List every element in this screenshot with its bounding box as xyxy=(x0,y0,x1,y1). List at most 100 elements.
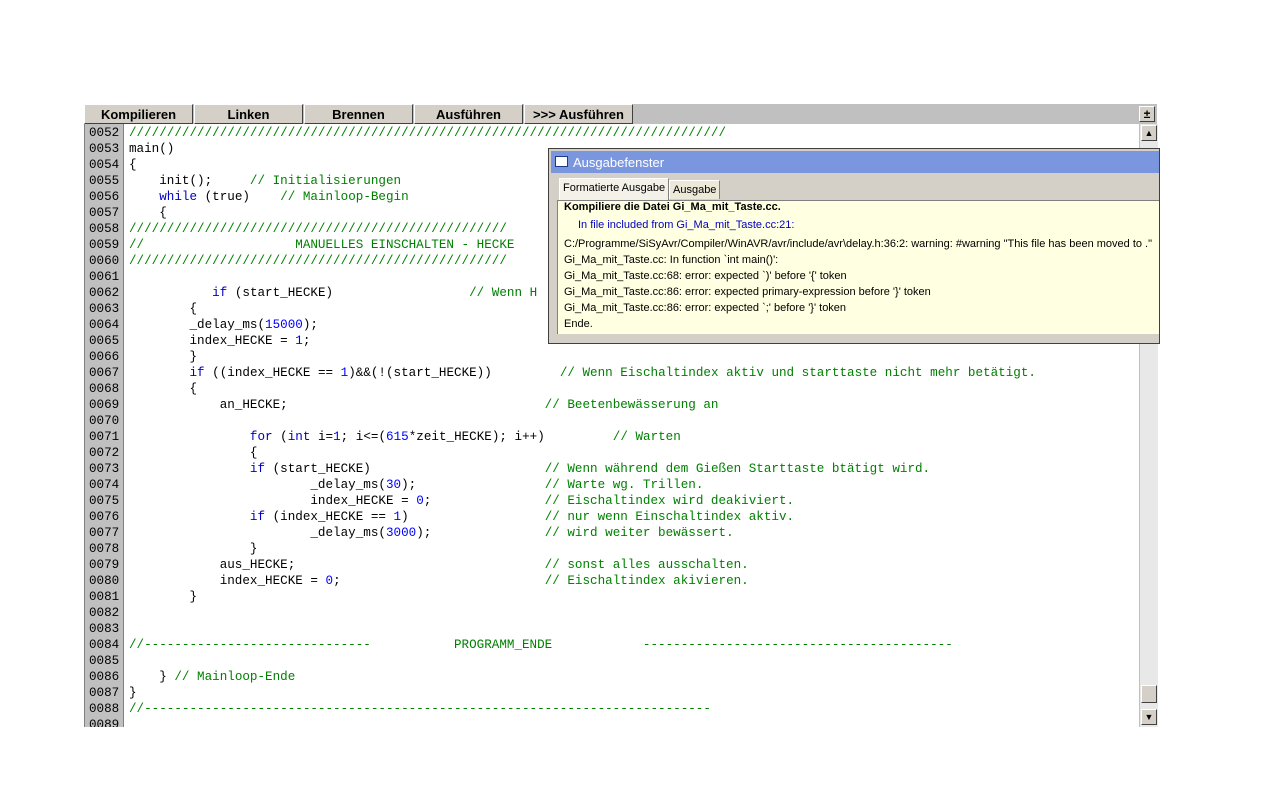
code-line[interactable]: 0079 aus_HECKE; // sonst alles ausschalt… xyxy=(85,557,1140,573)
code-line[interactable]: 0066 } xyxy=(85,349,1140,365)
link-button[interactable]: Linken xyxy=(194,104,303,124)
code-line[interactable]: 0052 ////////////////////////////////////… xyxy=(85,125,1140,141)
line-code: //------------------------------ PROGRAM… xyxy=(129,638,953,652)
code-line[interactable]: 0085 xyxy=(85,653,1140,669)
line-number: 0056 xyxy=(89,190,120,204)
line-code: aus_HECKE; // sonst alles ausschalten. xyxy=(129,558,749,572)
line-number: 0073 xyxy=(89,462,120,476)
line-number: 0071 xyxy=(89,430,120,444)
line-number: 0067 xyxy=(89,366,120,380)
output-line: In file included from Gi_Ma_mit_Taste.cc… xyxy=(578,219,795,231)
line-number: 0089 xyxy=(89,718,120,727)
code-line[interactable]: 0071 for (int i=1; i<=(615*zeit_HECKE); … xyxy=(85,429,1140,445)
output-window-title: Ausgabefenster xyxy=(573,155,665,170)
output-window-titlebar[interactable]: Ausgabefenster xyxy=(551,151,1159,173)
code-line[interactable]: 0086 } // Mainloop-Ende xyxy=(85,669,1140,685)
compile-button[interactable]: Kompilieren xyxy=(84,104,193,124)
line-number: 0061 xyxy=(89,270,120,284)
line-number: 0054 xyxy=(89,158,120,172)
line-code: { xyxy=(129,302,198,316)
line-number: 0066 xyxy=(89,350,120,364)
line-code: { xyxy=(129,206,167,220)
code-line[interactable]: 0082 xyxy=(85,605,1140,621)
line-number: 0079 xyxy=(89,558,120,572)
output-line: Gi_Ma_mit_Taste.cc:68: error: expected `… xyxy=(564,270,847,282)
line-number: 0068 xyxy=(89,382,120,396)
code-line[interactable]: 0076 if (index_HECKE == 1) // nur wenn E… xyxy=(85,509,1140,525)
line-code: ////////////////////////////////////////… xyxy=(129,126,727,140)
line-number: 0086 xyxy=(89,670,120,684)
line-code: ////////////////////////////////////////… xyxy=(129,222,507,236)
code-line[interactable]: 0088 //----------------------------------… xyxy=(85,701,1140,717)
code-line[interactable]: 0068 { xyxy=(85,381,1140,397)
code-line[interactable]: 0078 } xyxy=(85,541,1140,557)
line-code: _delay_ms(3000); // wird weiter bewässer… xyxy=(129,526,734,540)
output-line: Gi_Ma_mit_Taste.cc: In function `int mai… xyxy=(564,254,779,266)
toggle-icon[interactable]: ± xyxy=(1139,106,1155,122)
burn-button[interactable]: Brennen xyxy=(304,104,413,124)
code-line[interactable]: 0083 xyxy=(85,621,1140,637)
line-number: 0070 xyxy=(89,414,120,428)
toolbar: Kompilieren Linken Brennen Ausführen >>>… xyxy=(84,104,1157,124)
output-line: Ende. xyxy=(564,318,593,330)
line-code: index_HECKE = 1; xyxy=(129,334,311,348)
code-line[interactable]: 0070 xyxy=(85,413,1140,429)
code-line[interactable]: 0075 index_HECKE = 0; // Eischaltindex w… xyxy=(85,493,1140,509)
code-line[interactable]: 0072 { xyxy=(85,445,1140,461)
line-number: 0060 xyxy=(89,254,120,268)
line-number: 0085 xyxy=(89,654,120,668)
line-number: 0058 xyxy=(89,222,120,236)
line-number: 0055 xyxy=(89,174,120,188)
code-line[interactable]: 0067 if ((index_HECKE == 1)&&(!(start_HE… xyxy=(85,365,1140,381)
line-number: 0074 xyxy=(89,478,120,492)
line-code: index_HECKE = 0; // Eischaltindex wird d… xyxy=(129,494,795,508)
code-line[interactable]: 0081 } xyxy=(85,589,1140,605)
line-code: main() xyxy=(129,142,175,156)
line-number: 0064 xyxy=(89,318,120,332)
scroll-thumb[interactable] xyxy=(1141,685,1157,703)
line-number: 0078 xyxy=(89,542,120,556)
output-text-area: Kompiliere die Datei Gi_Ma_mit_Taste.cc.… xyxy=(557,200,1159,334)
code-line[interactable]: 0069 an_HECKE; // Beetenbewässerung an xyxy=(85,397,1140,413)
line-code: { xyxy=(129,446,258,460)
line-code: } xyxy=(129,686,137,700)
line-code: ////////////////////////////////////////… xyxy=(129,254,507,268)
code-line[interactable]: 0073 if (start_HECKE) // Wenn während de… xyxy=(85,461,1140,477)
code-line[interactable]: 0080 index_HECKE = 0; // Eischaltindex a… xyxy=(85,573,1140,589)
scroll-up-icon[interactable]: ▲ xyxy=(1141,125,1157,141)
code-line[interactable]: 0089 xyxy=(85,717,1140,727)
code-line[interactable]: 0077 _delay_ms(3000); // wird weiter bew… xyxy=(85,525,1140,541)
output-window: Ausgabefenster Formatierte Ausgabe Ausga… xyxy=(548,148,1160,344)
line-number: 0084 xyxy=(89,638,120,652)
tab-output[interactable]: Ausgabe xyxy=(669,180,721,199)
line-number: 0082 xyxy=(89,606,120,620)
scroll-down-icon[interactable]: ▼ xyxy=(1141,709,1157,725)
line-code: while (true) // Mainloop-Begin xyxy=(159,190,409,204)
line-code: an_HECKE; // Beetenbewässerung an xyxy=(129,398,719,412)
line-code: //--------------------------------------… xyxy=(129,702,711,716)
run-button[interactable]: Ausführen xyxy=(414,104,523,124)
line-code: if (start_HECKE) // Wenn H xyxy=(212,286,538,300)
line-code: init(); // Initialisierungen xyxy=(129,174,402,188)
line-number: 0062 xyxy=(89,286,120,300)
line-number: 0081 xyxy=(89,590,120,604)
line-number: 0063 xyxy=(89,302,120,316)
line-code: } // Mainloop-Ende xyxy=(129,670,296,684)
line-number: 0059 xyxy=(89,238,120,252)
line-number: 0065 xyxy=(89,334,120,348)
code-line[interactable]: 0087} xyxy=(85,685,1140,701)
code-line[interactable]: 0084 //------------------------------ PRO… xyxy=(85,637,1140,653)
line-code: _delay_ms(30); // Warte wg. Trillen. xyxy=(129,478,704,492)
line-code: if (index_HECKE == 1) // nur wenn Einsch… xyxy=(249,510,795,524)
code-line[interactable]: 0074 _delay_ms(30); // Warte wg. Trillen… xyxy=(85,477,1140,493)
line-number: 0087 xyxy=(89,686,120,700)
run-advanced-button[interactable]: >>> Ausführen xyxy=(524,104,633,124)
line-number: 0075 xyxy=(89,494,120,508)
line-code: if (start_HECKE) // Wenn während dem Gie… xyxy=(249,462,931,476)
line-code: _delay_ms(15000); xyxy=(129,318,318,332)
line-code: } xyxy=(129,590,198,604)
tab-formatted-output[interactable]: Formatierte Ausgabe xyxy=(559,178,670,200)
line-code: } xyxy=(129,542,258,556)
line-code: { xyxy=(129,158,137,172)
output-line: Gi_Ma_mit_Taste.cc:86: error: expected `… xyxy=(564,302,847,314)
